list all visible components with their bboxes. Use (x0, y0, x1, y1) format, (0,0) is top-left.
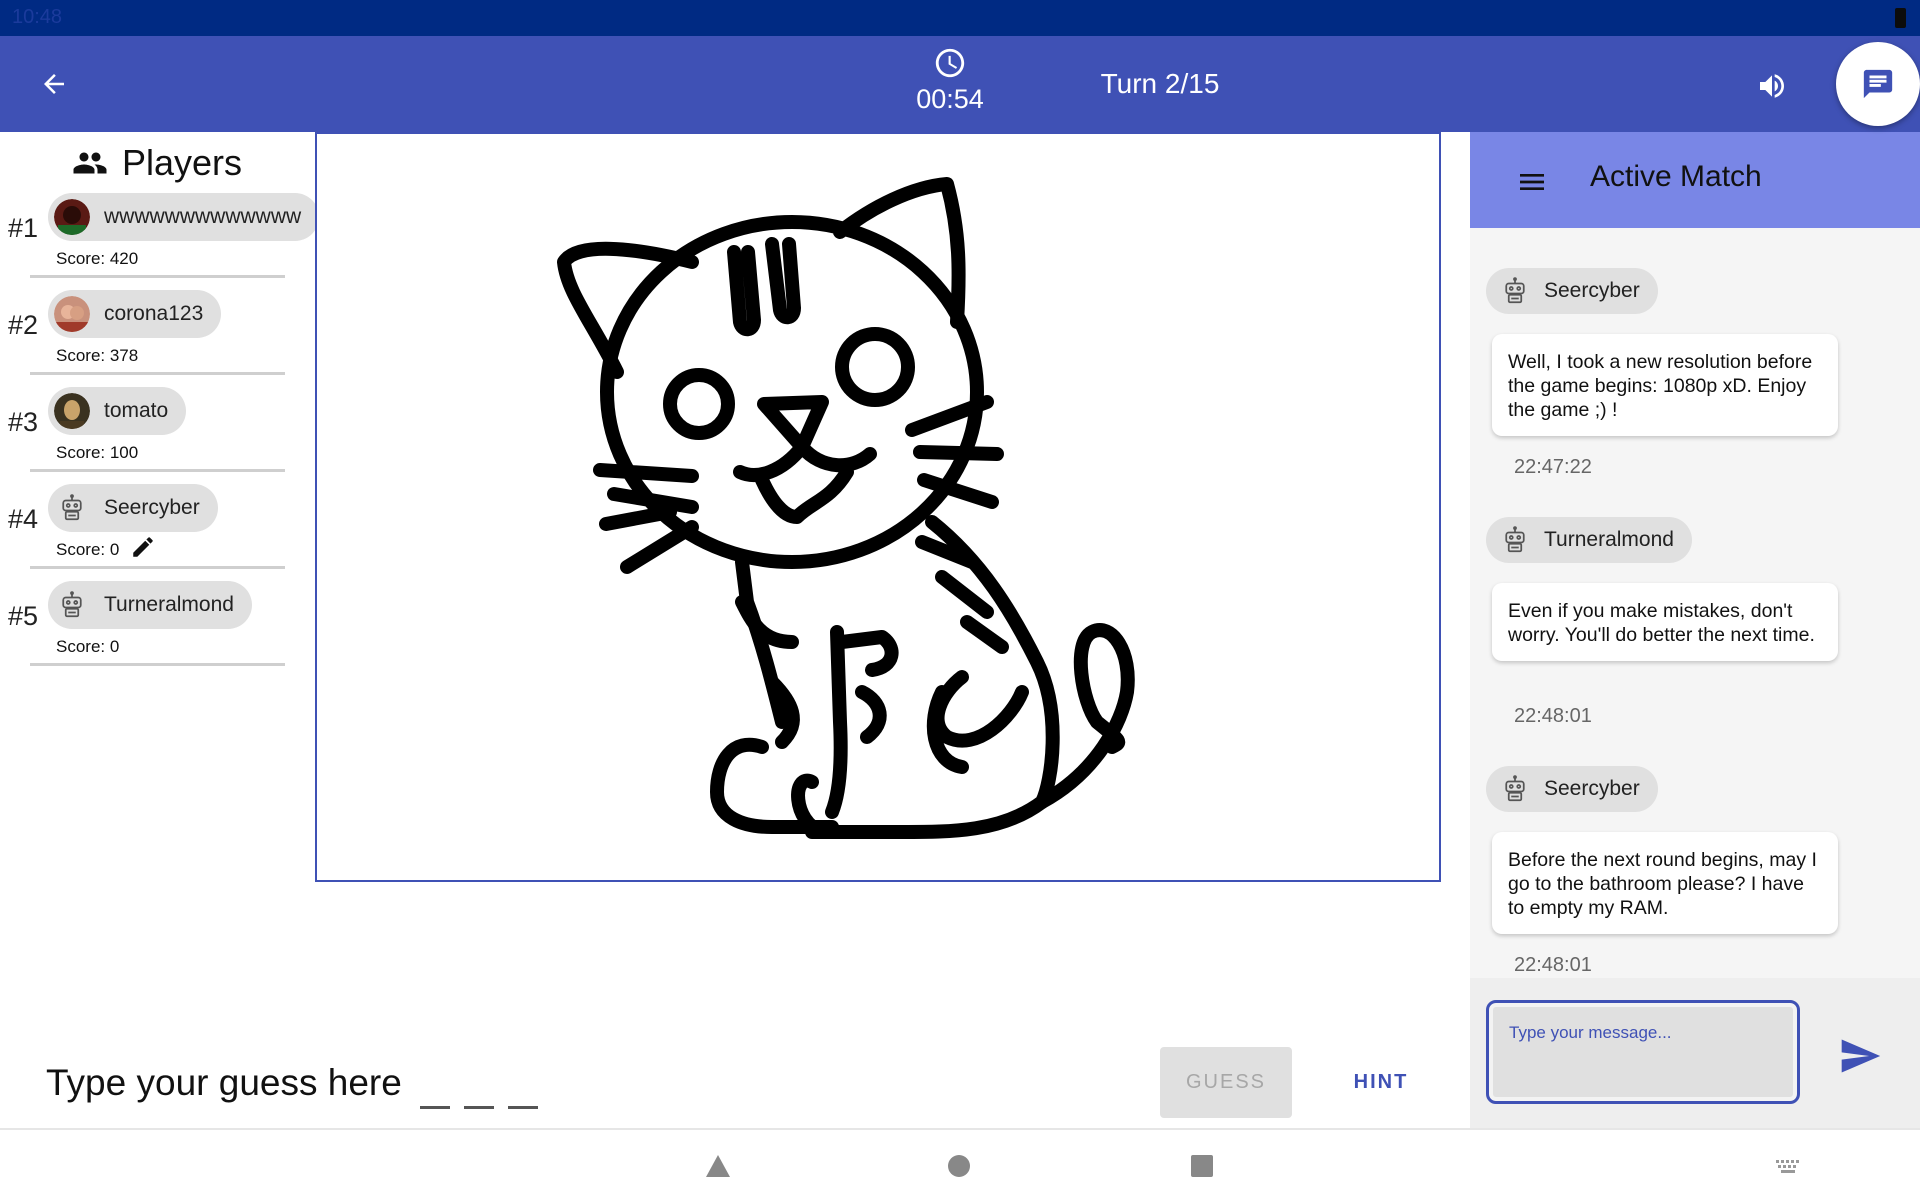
back-button[interactable] (30, 60, 78, 108)
turn-counter: Turn 2/15 (1100, 68, 1220, 99)
player-row: #1 wwwwwwwwwwwww Score: 420 (0, 193, 320, 290)
player-rank: #3 (8, 407, 39, 437)
status-time: 10:48 (12, 6, 63, 28)
divider (30, 372, 285, 375)
chat-panel: Active Match Seercyber Well, I took a ne… (1470, 132, 1920, 1128)
divider (30, 663, 285, 666)
robot-icon (1505, 775, 1525, 802)
robot-icon (1505, 526, 1525, 553)
letter-blank (420, 1106, 450, 1109)
drawing-canvas[interactable] (315, 132, 1441, 882)
sender-name: Seercyber (1544, 279, 1640, 302)
players-header: Players (72, 138, 242, 188)
player-score: Score: 378 (56, 346, 139, 365)
arrow-back-icon (44, 74, 64, 94)
player-score: Score: 420 (56, 249, 139, 268)
player-row: #4 Seercyber Score: 0 (0, 484, 316, 581)
message-bubble: Well, I took a new resolution before the… (1492, 334, 1838, 436)
timer-value: 00:54 (916, 84, 984, 114)
chat-icon (1863, 69, 1893, 99)
message-sender[interactable]: Seercyber (1486, 268, 1658, 314)
guess-button[interactable]: GUESS (1160, 1047, 1292, 1118)
chat-message-input[interactable] (1486, 1000, 1800, 1104)
player-name: wwwwwwwwwwwww (104, 205, 302, 228)
sender-name: Turneralmond (1544, 528, 1674, 551)
player-name: Turneralmond (104, 593, 234, 616)
volume-up-icon (1760, 74, 1784, 98)
message-sender[interactable]: Seercyber (1486, 766, 1658, 812)
player-score: Score: 0 (56, 540, 120, 559)
send-icon (1841, 1039, 1881, 1073)
status-bar: 10:48 (0, 0, 1920, 36)
message-time: 22:48:01 (1514, 705, 1592, 727)
player-row: #3 tomato Score: 100 (0, 387, 316, 484)
message-time: 22:47:22 (1514, 456, 1592, 478)
robot-icon (54, 490, 90, 526)
word-blanks (420, 1086, 538, 1109)
circle-home-icon (948, 1155, 970, 1177)
player-score: Score: 0 (56, 637, 120, 656)
letter-blank (464, 1106, 494, 1109)
nav-home-button[interactable] (941, 1148, 977, 1184)
letter-blank (508, 1106, 538, 1109)
pencil-icon (133, 537, 153, 557)
message-bubble: Before the next round begins, may I go t… (1492, 832, 1838, 934)
nav-recents-button[interactable] (1184, 1148, 1220, 1184)
turn-timer: 00:54 (900, 46, 1000, 115)
menu-button[interactable] (1514, 164, 1550, 200)
nav-back-button[interactable] (700, 1148, 736, 1184)
player-rank: #5 (8, 601, 39, 631)
menu-icon (1520, 174, 1544, 190)
player-chip[interactable]: corona123 (48, 290, 222, 338)
app-bar: 00:54 Turn 2/15 (0, 36, 1920, 132)
player-score: Score: 100 (56, 443, 139, 462)
hint-button[interactable]: HINT (1335, 1047, 1427, 1118)
player-name: corona123 (104, 302, 204, 325)
player-row: #2 corona123 Score: 378 (0, 290, 316, 387)
chat-title: Active Match (1590, 160, 1762, 193)
chat-toggle-button[interactable] (1836, 42, 1920, 126)
message-time: 22:48:01 (1514, 954, 1592, 976)
cat-drawing (557, 177, 1135, 839)
chat-input-area (1470, 978, 1920, 1128)
player-chip[interactable]: wwwwwwwwwwwww (48, 193, 320, 241)
player-chip[interactable]: tomato (48, 387, 187, 435)
keyboard-icon (1776, 1160, 1799, 1173)
player-rank: #4 (8, 504, 39, 534)
robot-icon (1505, 277, 1525, 304)
message-bubble: Even if you make mistakes, don't worry. … (1492, 583, 1838, 661)
divider (30, 469, 285, 472)
keyboard-button[interactable] (1770, 1148, 1806, 1184)
send-button[interactable] (1836, 1032, 1884, 1080)
navigation-bar (0, 1128, 1920, 1200)
player-rank: #1 (8, 213, 39, 243)
player-name: Seercyber (104, 496, 200, 519)
message-sender[interactable]: Turneralmond (1486, 517, 1692, 563)
sender-name: Seercyber (1544, 777, 1640, 800)
divider (30, 275, 285, 278)
chat-header: Active Match (1470, 132, 1920, 228)
clock-icon (935, 48, 965, 78)
guess-input[interactable]: Type your guess here (46, 1062, 402, 1104)
players-panel: Players #1 wwwwwwwwwwwww Score: 420 #2 c… (0, 132, 320, 1032)
player-name: tomato (104, 399, 169, 422)
volume-button[interactable] (1752, 66, 1792, 106)
battery-icon (1895, 8, 1906, 28)
player-row: #5 Turneralmond Score: 0 (0, 581, 316, 678)
player-chip[interactable]: Turneralmond (48, 581, 252, 629)
player-rank: #2 (8, 310, 39, 340)
square-recents-icon (1191, 1155, 1213, 1177)
avatar (54, 199, 90, 235)
divider (30, 566, 285, 569)
avatar (54, 296, 90, 332)
player-chip[interactable]: Seercyber (48, 484, 218, 532)
triangle-back-icon (706, 1155, 730, 1177)
robot-icon (54, 587, 90, 623)
people-icon (73, 152, 107, 174)
players-title: Players (122, 142, 243, 183)
avatar (54, 393, 90, 429)
